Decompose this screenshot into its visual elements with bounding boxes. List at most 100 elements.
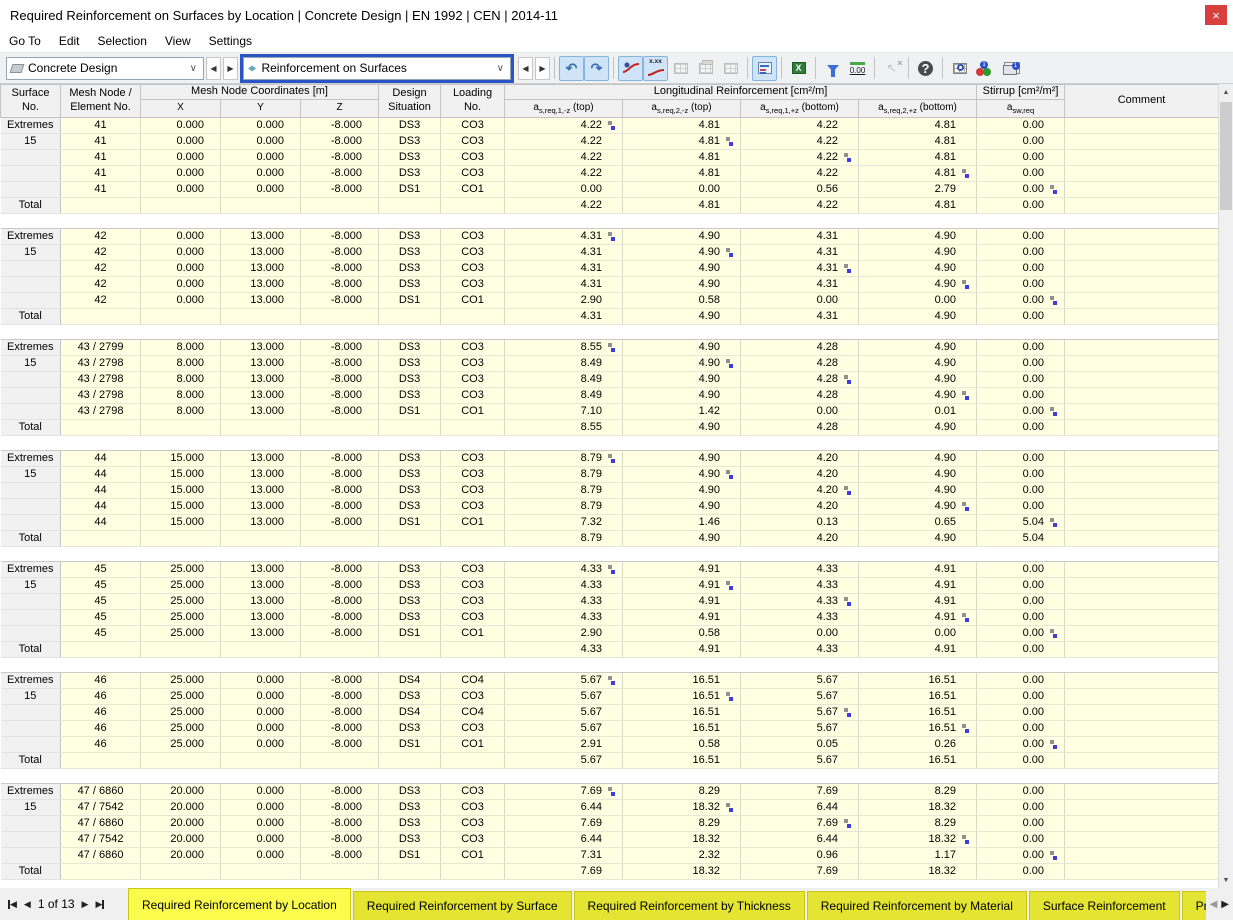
coord-y-cell[interactable]: 0.000	[220, 165, 301, 182]
mesh-node-cell[interactable]: 42	[60, 276, 141, 293]
value-cell[interactable]: 2.32	[622, 847, 742, 864]
total-value-cell[interactable]: 4.90	[858, 419, 978, 436]
comment-cell[interactable]	[1064, 831, 1218, 848]
mesh-node-cell[interactable]: 47 / 6860	[60, 847, 141, 864]
delete-results-button[interactable]: ↖	[879, 56, 904, 81]
surface-cell[interactable]: Extremes	[0, 561, 61, 578]
value-cell[interactable]: 0.00	[976, 260, 1066, 277]
coord-x-cell[interactable]: 25.000	[140, 736, 221, 753]
surface-cell[interactable]: 15	[0, 244, 61, 261]
mesh-node-cell[interactable]: 47 / 7542	[60, 831, 141, 848]
mesh-node-cell[interactable]: 41	[60, 133, 141, 150]
extreme-detail-icon[interactable]	[962, 279, 970, 289]
coord-x-cell[interactable]: 25.000	[140, 593, 221, 610]
value-cell[interactable]: 0.00	[976, 482, 1066, 499]
value-cell[interactable]: 4.90	[858, 244, 978, 261]
extreme-detail-icon[interactable]	[962, 612, 970, 622]
design-situation-cell[interactable]: DS4	[378, 704, 442, 721]
loading-cell[interactable]: CO3	[440, 228, 506, 245]
loading-cell[interactable]: CO3	[440, 561, 506, 578]
table-transfer-button[interactable]	[718, 56, 743, 81]
extreme-detail-icon[interactable]	[608, 231, 616, 241]
coord-y-cell[interactable]: 13.000	[220, 577, 301, 594]
design-situation-cell[interactable]: DS3	[378, 799, 442, 816]
loading-cell[interactable]: CO3	[440, 387, 506, 404]
surface-cell[interactable]	[0, 482, 61, 499]
total-value-cell[interactable]: 0.00	[976, 752, 1066, 769]
value-cell[interactable]: 4.22	[740, 117, 860, 134]
module-prev-button[interactable]: ◀	[206, 56, 221, 80]
coord-z-cell[interactable]: -8.000	[300, 387, 380, 404]
value-cell[interactable]: 6.44	[740, 831, 860, 848]
coord-y-cell[interactable]: 0.000	[220, 720, 301, 737]
value-cell[interactable]: 4.33	[504, 561, 624, 578]
comment-cell[interactable]	[1064, 609, 1218, 626]
coord-x-cell[interactable]	[140, 308, 221, 325]
design-situation-cell[interactable]	[378, 752, 442, 769]
coord-z-cell[interactable]: -8.000	[300, 625, 380, 642]
value-cell[interactable]: 4.20	[740, 498, 860, 515]
coord-y-cell[interactable]: 13.000	[220, 244, 301, 261]
comment-cell[interactable]	[1064, 593, 1218, 610]
coord-z-cell[interactable]: -8.000	[300, 117, 380, 134]
comment-cell[interactable]	[1064, 403, 1218, 420]
table-prev-button[interactable]: ◀	[518, 56, 533, 80]
coord-x-cell[interactable]	[140, 752, 221, 769]
value-cell[interactable]: 0.00	[976, 339, 1066, 356]
value-cell[interactable]: 4.22	[504, 149, 624, 166]
coord-x-cell[interactable]: 25.000	[140, 672, 221, 689]
mesh-node-cell[interactable]	[60, 308, 141, 325]
design-situation-cell[interactable]: DS3	[378, 276, 442, 293]
mesh-node-cell[interactable]	[60, 419, 141, 436]
coord-x-cell[interactable]: 0.000	[140, 244, 221, 261]
scroll-track[interactable]	[1219, 100, 1233, 872]
value-cell[interactable]: 4.81	[858, 133, 978, 150]
value-cell[interactable]: 0.00	[976, 625, 1066, 642]
printout-report-button[interactable]: 1	[997, 56, 1022, 81]
total-value-cell[interactable]: 16.51	[858, 752, 978, 769]
value-cell[interactable]: 0.58	[622, 292, 742, 309]
coord-y-cell[interactable]: 13.000	[220, 498, 301, 515]
mesh-node-cell[interactable]: 45	[60, 593, 141, 610]
coord-y-cell[interactable]: 13.000	[220, 371, 301, 388]
value-cell[interactable]: 8.29	[858, 783, 978, 800]
coord-z-cell[interactable]: -8.000	[300, 815, 380, 832]
extreme-detail-icon[interactable]	[608, 453, 616, 463]
design-situation-cell[interactable]	[378, 419, 442, 436]
extreme-detail-icon[interactable]	[844, 485, 852, 495]
value-cell[interactable]: 4.90	[622, 339, 742, 356]
value-cell[interactable]: 2.90	[504, 292, 624, 309]
coord-y-cell[interactable]: 13.000	[220, 355, 301, 372]
design-situation-cell[interactable]: DS3	[378, 561, 442, 578]
coord-y-cell[interactable]	[220, 752, 301, 769]
extreme-detail-icon[interactable]	[1050, 850, 1058, 860]
first-page-button[interactable]: ◀	[8, 899, 17, 910]
value-cell[interactable]: 18.32	[858, 799, 978, 816]
coord-y-cell[interactable]: 13.000	[220, 339, 301, 356]
value-cell[interactable]: 4.90	[622, 260, 742, 277]
coord-x-cell[interactable]: 25.000	[140, 688, 221, 705]
result-diagram-button[interactable]	[618, 55, 643, 81]
coord-y-cell[interactable]: 0.000	[220, 799, 301, 816]
extreme-detail-icon[interactable]	[962, 168, 970, 178]
total-value-cell[interactable]: 4.90	[622, 419, 742, 436]
comment-cell[interactable]	[1064, 561, 1218, 578]
value-cell[interactable]: 4.91	[622, 561, 742, 578]
design-situation-cell[interactable]: DS3	[378, 720, 442, 737]
mesh-node-cell[interactable]	[60, 530, 141, 547]
loading-cell[interactable]: CO3	[440, 498, 506, 515]
coord-x-cell[interactable]	[140, 863, 221, 880]
design-situation-cell[interactable]	[378, 863, 442, 880]
total-value-cell[interactable]: 4.90	[858, 308, 978, 325]
coord-x-cell[interactable]: 0.000	[140, 292, 221, 309]
value-cell[interactable]: 0.00	[976, 181, 1066, 198]
tab-required-reinforcement-by-material[interactable]: Required Reinforcement by Material	[806, 891, 1027, 920]
comment-cell[interactable]	[1064, 704, 1218, 721]
loading-cell[interactable]: CO3	[440, 783, 506, 800]
value-cell[interactable]: 0.01	[858, 403, 978, 420]
value-cell[interactable]: 4.22	[740, 149, 860, 166]
mesh-node-cell[interactable]: 43 / 2798	[60, 355, 141, 372]
comment-cell[interactable]	[1064, 847, 1218, 864]
value-cell[interactable]: 0.00	[976, 466, 1066, 483]
total-value-cell[interactable]: 0.00	[976, 197, 1066, 214]
